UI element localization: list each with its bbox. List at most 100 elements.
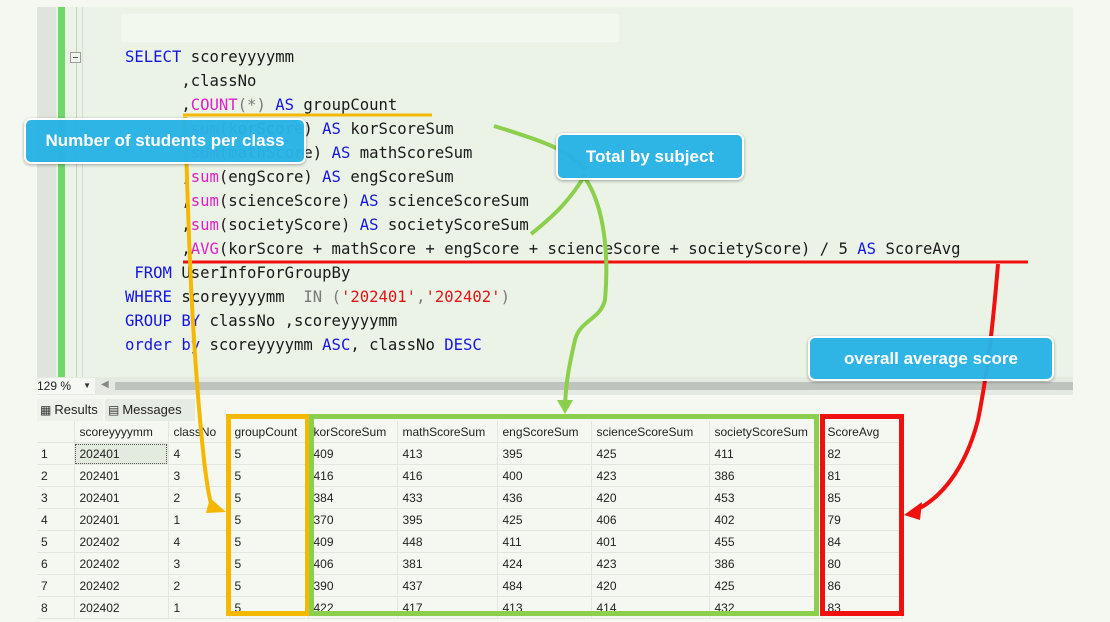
sql-editor[interactable]: SELECT scoreyyyymm ,classNo ,COUNT(*) AS… — [37, 7, 1073, 377]
column-header[interactable]: engScoreSum — [497, 421, 592, 443]
grid-cell[interactable]: 80 — [822, 552, 903, 575]
grid-cell[interactable]: 417 — [397, 596, 498, 619]
table-row[interactable]: 5 202402 4 5 409 448 411 401 455 84 — [37, 530, 903, 553]
grid-cell[interactable]: 202401 — [74, 442, 169, 465]
grid-cell[interactable]: 420 — [591, 486, 710, 509]
table-row[interactable]: 4 202401 1 5 370 395 425 406 402 79 — [37, 508, 903, 531]
grid-cell[interactable]: 402 — [709, 508, 823, 531]
table-row[interactable]: 2 202401 3 5 416 416 400 423 386 81 — [37, 464, 903, 487]
grid-cell[interactable]: 409 — [308, 530, 398, 553]
column-header[interactable]: scienceScoreSum — [591, 421, 710, 443]
grid-cell[interactable]: 432 — [709, 596, 823, 619]
grid-cell[interactable]: 86 — [822, 574, 903, 597]
grid-cell[interactable]: 424 — [497, 552, 592, 575]
grid-cell[interactable]: 5 — [229, 442, 309, 465]
grid-cell[interactable]: 3 — [168, 464, 230, 487]
grid-cell[interactable]: 406 — [591, 508, 710, 531]
row-number[interactable]: 7 — [37, 574, 75, 597]
grid-cell[interactable]: 390 — [308, 574, 398, 597]
column-header[interactable]: ScoreAvg — [822, 421, 903, 443]
grid-cell[interactable]: 400 — [497, 464, 592, 487]
row-number[interactable]: 2 — [37, 464, 75, 487]
grid-cell[interactable]: 3 — [168, 552, 230, 575]
tab-messages[interactable]: ▤ Messages — [105, 399, 195, 421]
grid-cell[interactable]: 202402 — [74, 530, 169, 553]
scroll-left-icon[interactable]: ◀ — [101, 379, 109, 390]
table-row[interactable]: 3 202401 2 5 384 433 436 420 453 85 — [37, 486, 903, 509]
grid-cell[interactable]: 5 — [229, 530, 309, 553]
grid-cell[interactable]: 411 — [497, 530, 592, 553]
grid-cell[interactable]: 83 — [822, 596, 903, 619]
row-header-corner[interactable] — [37, 421, 75, 443]
grid-cell[interactable]: 409 — [308, 442, 398, 465]
grid-cell[interactable]: 453 — [709, 486, 823, 509]
code-line[interactable]: FROM UserInfoForGroupBy — [125, 261, 961, 285]
grid-cell[interactable]: 448 — [397, 530, 498, 553]
grid-cell[interactable]: 423 — [591, 464, 710, 487]
grid-cell[interactable]: 5 — [229, 596, 309, 619]
grid-cell[interactable]: 1 — [168, 596, 230, 619]
grid-cell[interactable]: 395 — [497, 442, 592, 465]
grid-cell[interactable]: 202401 — [74, 464, 169, 487]
row-number[interactable]: 3 — [37, 486, 75, 509]
grid-cell[interactable]: 5 — [229, 574, 309, 597]
grid-cell[interactable]: 4 — [168, 442, 230, 465]
grid-cell[interactable]: 437 — [397, 574, 498, 597]
grid-cell[interactable]: 202401 — [74, 486, 169, 509]
horizontal-scrollbar[interactable] — [115, 382, 1073, 390]
grid-cell[interactable]: 202402 — [74, 574, 169, 597]
table-row[interactable]: 8 202402 1 5 422 417 413 414 432 83 — [37, 596, 903, 619]
collapse-icon[interactable] — [70, 52, 81, 63]
grid-cell[interactable]: 386 — [709, 464, 823, 487]
grid-cell[interactable]: 202401 — [74, 508, 169, 531]
code-line[interactable]: ,AVG(korScore + mathScore + engScore + s… — [125, 237, 960, 261]
grid-cell[interactable]: 85 — [822, 486, 903, 509]
grid-cell[interactable]: 370 — [308, 508, 398, 531]
code-line[interactable]: GROUP BY classNo ,scoreyyyymm — [125, 309, 961, 333]
grid-cell[interactable]: 81 — [822, 464, 903, 487]
grid-cell[interactable]: 5 — [229, 552, 309, 575]
column-header[interactable]: mathScoreSum — [397, 421, 498, 443]
grid-cell[interactable]: 82 — [822, 442, 903, 465]
grid-cell[interactable]: 2 — [168, 574, 230, 597]
table-row[interactable]: 6 202402 3 5 406 381 424 423 386 80 — [37, 552, 903, 575]
code-line[interactable]: ,classNo — [125, 69, 961, 93]
grid-cell[interactable]: 4 — [168, 530, 230, 553]
code-line[interactable]: ,sum(engScore) AS engScoreSum — [125, 165, 961, 189]
grid-cell[interactable]: 455 — [709, 530, 823, 553]
grid-cell[interactable]: 425 — [591, 442, 710, 465]
row-number[interactable]: 5 — [37, 530, 75, 553]
grid-cell[interactable]: 5 — [229, 486, 309, 509]
code-line[interactable]: SELECT scoreyyyymm — [125, 45, 961, 69]
row-number[interactable]: 1 — [37, 442, 75, 465]
tab-results[interactable]: ▦ Results — [37, 399, 103, 421]
grid-cell[interactable]: 414 — [591, 596, 710, 619]
grid-cell[interactable]: 411 — [709, 442, 823, 465]
code-line[interactable]: ,sum(korScore) AS korScoreSum — [125, 117, 961, 141]
code-line[interactable]: ,sum(societyScore) AS societyScoreSum — [125, 213, 961, 237]
grid-cell[interactable]: 420 — [591, 574, 710, 597]
grid-cell[interactable]: 384 — [308, 486, 398, 509]
code-line[interactable]: ,sum(scienceScore) AS scienceScoreSum — [125, 189, 961, 213]
code-line[interactable]: order by scoreyyyymm ASC, classNo DESC — [125, 333, 961, 357]
zoom-dropdown[interactable]: 129 % ▼ — [37, 378, 95, 394]
grid-cell[interactable]: 1 — [168, 508, 230, 531]
grid-cell[interactable]: 406 — [308, 552, 398, 575]
table-row[interactable]: 7 202402 2 5 390 437 484 420 425 86 — [37, 574, 903, 597]
column-header[interactable]: groupCount — [229, 421, 309, 443]
grid-cell[interactable]: 413 — [397, 442, 498, 465]
grid-cell[interactable]: 202402 — [74, 596, 169, 619]
grid-cell[interactable]: 413 — [497, 596, 592, 619]
grid-cell[interactable]: 416 — [397, 464, 498, 487]
row-number[interactable]: 4 — [37, 508, 75, 531]
column-header[interactable]: korScoreSum — [308, 421, 398, 443]
grid-cell[interactable]: 425 — [497, 508, 592, 531]
grid-cell[interactable]: 395 — [397, 508, 498, 531]
grid-cell[interactable]: 422 — [308, 596, 398, 619]
row-number[interactable]: 8 — [37, 596, 75, 619]
grid-cell[interactable]: 433 — [397, 486, 498, 509]
grid-cell[interactable]: 386 — [709, 552, 823, 575]
grid-cell[interactable]: 484 — [497, 574, 592, 597]
code-line[interactable]: ,COUNT(*) AS groupCount — [125, 93, 961, 117]
row-number[interactable]: 6 — [37, 552, 75, 575]
